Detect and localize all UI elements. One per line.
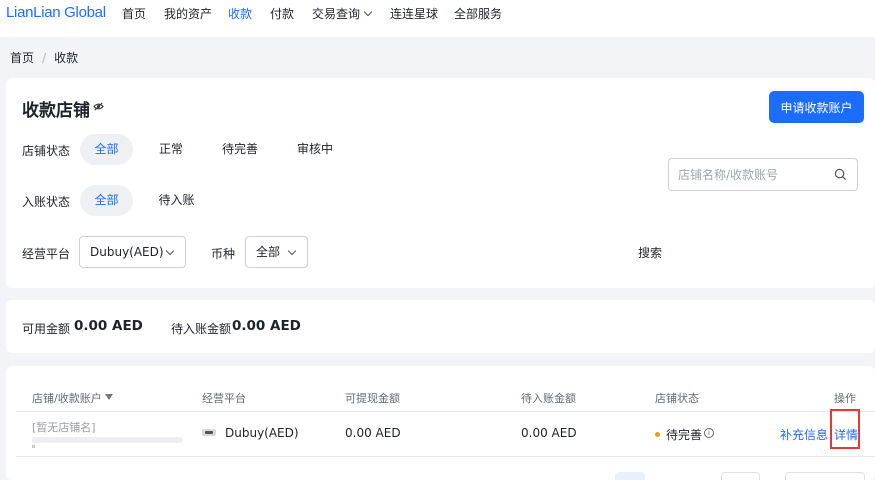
filter-icon[interactable] (104, 394, 113, 401)
currency-select-value: 全部 (256, 245, 281, 259)
header-status: 店铺状态 (655, 392, 699, 405)
breadcrumb: 首页 / 收款 (10, 49, 78, 66)
row-platform: Dubuy(AED) (225, 426, 299, 440)
chevron-down-icon (165, 246, 175, 256)
store-status-reviewing[interactable]: 审核中 (286, 134, 344, 165)
header-divider (16, 411, 875, 412)
search-icon[interactable] (834, 168, 847, 181)
nav-transaction-query[interactable]: 交易查询 (312, 5, 373, 22)
eye-off-icon[interactable] (93, 101, 104, 112)
chevron-down-icon (363, 7, 373, 17)
platform-logo-icon (202, 429, 216, 436)
header-store[interactable]: 店铺/收款账户 (32, 390, 113, 406)
page-size-button[interactable] (721, 472, 760, 480)
credit-status-pending[interactable]: 待入账 (146, 185, 207, 216)
credit-status-label: 入账状态 (22, 195, 71, 209)
search-input[interactable] (669, 159, 819, 190)
available-label: 可用金额 (22, 322, 71, 336)
apply-account-button[interactable]: 申请收款账户 (769, 91, 864, 123)
header-action: 操作 (834, 392, 856, 405)
pending-value: 0.00 AED (232, 318, 301, 334)
platform-label: 经营平台 (22, 247, 71, 261)
logo[interactable]: LianLian Global (6, 4, 106, 21)
page-button-current[interactable] (615, 472, 645, 480)
currency-select[interactable]: 全部 (245, 236, 308, 268)
store-status-all[interactable]: 全部 (80, 134, 133, 165)
top-nav: LianLian Global 首页 我的资产 收款 付款 交易查询 连连星球 … (0, 0, 875, 37)
header-pending: 待入账金额 (521, 392, 576, 405)
pending-label: 待入账金额 (171, 322, 232, 336)
breadcrumb-home[interactable]: 首页 (10, 51, 34, 65)
info-icon[interactable]: i (704, 428, 714, 438)
nav-home[interactable]: 首页 (122, 5, 146, 22)
nav-global[interactable]: 连连星球 (390, 5, 438, 22)
balance-card: 可用金额 0.00 AED 待入账金额 0.00 AED (6, 300, 875, 353)
credit-status-all[interactable]: 全部 (80, 185, 133, 216)
nav-transaction-query-label: 交易查询 (312, 7, 361, 21)
masked-account-mark (32, 445, 35, 448)
breadcrumb-separator: / (42, 51, 47, 65)
nav-all-services[interactable]: 全部服务 (454, 5, 502, 22)
header-store-label: 店铺/收款账户 (32, 392, 102, 405)
header-platform: 经营平台 (202, 392, 246, 405)
store-status-label: 店铺状态 (22, 144, 71, 158)
search-box (668, 158, 858, 191)
page-title: 收款店铺 (22, 101, 90, 121)
highlight-box (830, 409, 860, 449)
row-status: 待完善 (666, 428, 703, 442)
nav-assets[interactable]: 我的资产 (164, 5, 212, 22)
store-name: [暂无店铺名] (32, 421, 96, 434)
chevron-down-icon (287, 246, 297, 256)
platform-select[interactable]: Dubuy(AED) (79, 236, 186, 268)
search-label: 搜索 (638, 246, 663, 260)
store-status-incomplete[interactable]: 待完善 (212, 134, 268, 165)
status-dot (655, 432, 660, 437)
row-divider (16, 456, 875, 457)
available-value: 0.00 AED (74, 318, 143, 334)
header-withdrawable: 可提现金额 (345, 392, 400, 405)
store-status-normal[interactable]: 正常 (146, 134, 196, 165)
nav-pay[interactable]: 付款 (270, 5, 294, 22)
platform-select-value: Dubuy(AED) (90, 245, 164, 259)
row-pending: 0.00 AED (521, 426, 577, 440)
masked-account (32, 437, 182, 443)
supplement-info-link[interactable]: 补充信息 (780, 426, 828, 443)
breadcrumb-current: 收款 (54, 51, 79, 65)
store-table-card: 店铺/收款账户 经营平台 可提现金额 待入账金额 店铺状态 操作 [暂无店铺名]… (6, 366, 875, 480)
row-withdrawable: 0.00 AED (345, 426, 401, 440)
currency-label: 币种 (211, 247, 236, 261)
page-jump-button[interactable] (785, 472, 865, 480)
nav-receive[interactable]: 收款 (228, 5, 252, 22)
